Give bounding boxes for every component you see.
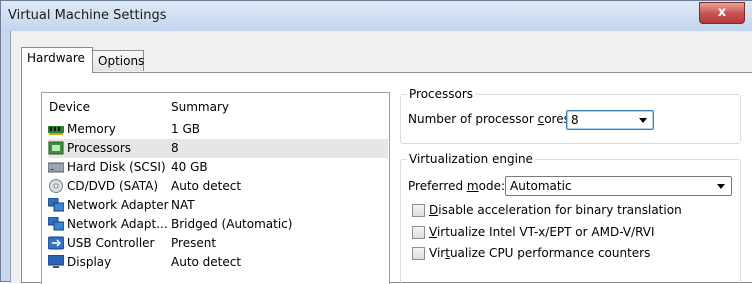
- tab-options-label: Options: [98, 54, 145, 68]
- device-row-processors[interactable]: Processors 8: [48, 139, 388, 158]
- dialog-client-area: Hardware Options Device Summary Memory 1…: [10, 31, 752, 284]
- preferred-mode-value: Automatic: [510, 179, 572, 193]
- processors-group-title: Processors: [407, 87, 476, 101]
- device-name: CD/DVD (SATA): [67, 179, 159, 193]
- device-name: Network Adapt...: [67, 217, 168, 231]
- device-summary: Bridged (Automatic): [171, 217, 293, 231]
- processor-cores-select[interactable]: 8: [566, 110, 654, 130]
- device-name: Network Adapter: [67, 198, 169, 212]
- column-header-device[interactable]: Device: [49, 100, 90, 114]
- device-summary: Auto detect: [171, 255, 242, 269]
- virtualize-vtx-label[interactable]: Virtualize Intel VT-x/EPT or AMD-V/RVI: [429, 225, 655, 239]
- tab-hardware-label: Hardware: [27, 51, 85, 65]
- device-row-network-adapter[interactable]: Network Adapter NAT: [47, 196, 388, 215]
- vm-settings-window: Virtual Machine Settings x Hardware Opti…: [0, 0, 752, 284]
- device-row-usb-controller[interactable]: USB Controller Present: [47, 234, 388, 253]
- device-row-memory[interactable]: Memory 1 GB: [48, 120, 388, 139]
- close-button[interactable]: x: [699, 2, 745, 24]
- device-summary: 8: [171, 141, 179, 155]
- device-summary: NAT: [171, 198, 195, 212]
- device-summary: Present: [171, 236, 217, 250]
- device-summary: 1 GB: [171, 122, 200, 136]
- column-header-summary[interactable]: Summary: [171, 100, 229, 114]
- device-row-display[interactable]: Display Auto detect: [47, 253, 388, 272]
- device-summary: Auto detect: [171, 179, 242, 193]
- disable-acceleration-label[interactable]: Disable acceleration for binary translat…: [429, 203, 682, 217]
- device-name: Display: [67, 255, 112, 269]
- device-name: Processors: [67, 141, 132, 155]
- virtualization-engine-group: Virtualization engine Preferred mode: Au…: [400, 152, 741, 284]
- virtualize-cpu-counters-label[interactable]: Virtualize CPU performance counters: [429, 246, 650, 260]
- device-row-cd-dvd[interactable]: CD/DVD (SATA) Auto detect: [48, 177, 388, 196]
- virtualize-vtx-checkbox[interactable]: [412, 226, 425, 239]
- disable-acceleration-checkbox[interactable]: [412, 204, 425, 217]
- device-name: USB Controller: [67, 236, 155, 250]
- title-bar[interactable]: Virtual Machine Settings x: [1, 1, 752, 31]
- preferred-mode-select[interactable]: Automatic: [505, 176, 732, 196]
- processor-cores-value: 8: [571, 113, 579, 127]
- preferred-mode-label: Preferred mode:: [408, 179, 505, 193]
- processor-icon: [48, 141, 64, 155]
- cd-dvd-icon: [48, 179, 64, 193]
- tab-options[interactable]: Options: [92, 50, 144, 71]
- memory-icon: [48, 122, 64, 136]
- tab-hardware[interactable]: Hardware: [21, 47, 93, 73]
- device-row-hard-disk[interactable]: Hard Disk (SCSI) 40 GB: [47, 158, 388, 177]
- virtualization-group-title: Virtualization engine: [407, 152, 535, 166]
- network-adapter-icon: [47, 197, 65, 212]
- cores-label: Number of processor cores:: [408, 112, 574, 126]
- device-list[interactable]: Device Summary Memory 1 GB Processors 8: [41, 92, 390, 284]
- display-icon: [47, 254, 65, 269]
- device-row-network-adapter-2[interactable]: Network Adapt... Bridged (Automatic): [47, 215, 388, 234]
- device-name: Hard Disk (SCSI): [67, 160, 166, 174]
- chevron-down-icon: [717, 184, 725, 189]
- hard-disk-icon: [47, 160, 65, 174]
- device-name: Memory: [67, 122, 116, 136]
- device-summary: 40 GB: [171, 160, 208, 174]
- window-title: Virtual Machine Settings: [8, 8, 167, 23]
- usb-icon: [47, 236, 65, 250]
- processors-group: Processors Number of processor cores: 8: [400, 87, 741, 144]
- virtualize-cpu-counters-checkbox[interactable]: [412, 247, 425, 260]
- network-adapter-icon: [47, 216, 65, 231]
- chevron-down-icon: [639, 118, 647, 123]
- hardware-tab-page: Device Summary Memory 1 GB Processors 8: [21, 72, 752, 284]
- close-icon: x: [717, 5, 727, 20]
